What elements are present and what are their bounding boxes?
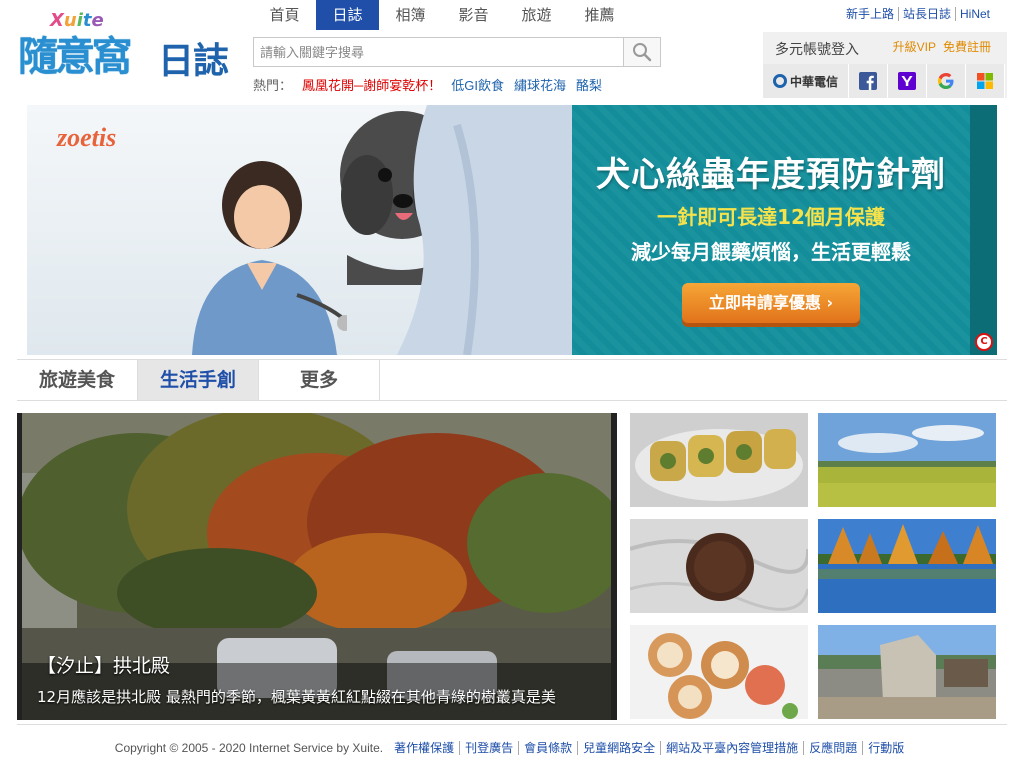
yahoo-icon (898, 72, 916, 90)
footer: Copyright © 2005 - 2020 Internet Service… (17, 724, 1007, 756)
thumbnail-photo (630, 413, 808, 507)
upgrade-vip-link[interactable]: 升級VIP (893, 38, 936, 55)
thumbnail-photo (630, 519, 808, 613)
logo-brand-b: 日誌 (158, 41, 229, 82)
thumbnail-item[interactable] (630, 625, 808, 719)
google-icon (938, 73, 954, 89)
thumbnail-item[interactable] (818, 625, 996, 719)
thumbnail-item[interactable] (818, 413, 996, 507)
page: Xuite 隨意窩 日誌 首頁 日誌 相簿 影音 旅遊 推薦 熱門： 鳳凰花開─… (0, 0, 1024, 768)
ad-strip (970, 105, 997, 355)
footer-link[interactable]: 著作權保護 (389, 741, 459, 755)
main-nav: 首頁 日誌 相簿 影音 旅遊 推薦 (253, 0, 631, 30)
facebook-icon (859, 72, 877, 90)
ad-line3: 減少每月餵藥煩惱，生活更輕鬆 (631, 240, 911, 264)
veterinarian-illustration (192, 161, 347, 355)
link-hinet[interactable]: HiNet (954, 7, 994, 21)
link-getting-started[interactable]: 新手上路 (842, 7, 898, 21)
category-tabs: 旅遊美食 生活手創 更多 (17, 359, 1007, 401)
login-title: 多元帳號登入 (775, 41, 859, 57)
tab-travel-food[interactable]: 旅遊美食 (17, 360, 138, 400)
cht-label: 中華電信 (789, 74, 838, 89)
featured-article[interactable]: 【汐止】拱北殿 12月應該是拱北殿 最熱門的季節，楓葉黃黃紅紅點綴在其他青綠的樹… (17, 413, 617, 720)
footer-link[interactable]: 刊登廣告 (459, 741, 519, 755)
thumbnail-item[interactable] (630, 519, 808, 613)
microsoft-icon (977, 73, 993, 89)
thumbnail-photo (630, 625, 808, 719)
login-yahoo-button[interactable] (888, 64, 927, 98)
search-input[interactable] (253, 37, 624, 67)
thumbnail-photo (818, 625, 996, 719)
login-providers: 中華電信 (763, 64, 1007, 98)
footer-link[interactable]: 網站及平臺內容管理措施 (660, 741, 804, 755)
zoetis-logo: zoetis (57, 123, 117, 152)
ad-banner[interactable]: zoetis 犬心絲蟲年度預防針劑 一針即可長達12個月保護 減少每月餵藥煩惱，… (27, 105, 997, 355)
featured-description: 12月應該是拱北殿 最熱門的季節，楓葉黃黃紅紅點綴在其他青綠的樹叢真是美 (37, 688, 556, 706)
adchoices-icon[interactable]: C (975, 333, 993, 351)
nav-tab-video[interactable]: 影音 (442, 0, 505, 30)
hot-keyword-link[interactable]: 低GI飲食 (451, 75, 504, 94)
login-facebook-button[interactable] (849, 64, 888, 98)
nav-tab-album[interactable]: 相簿 (379, 0, 442, 30)
thumbnail-photo (818, 519, 996, 613)
link-admin-blog[interactable]: 站長日誌 (897, 7, 955, 21)
ad-cta-button[interactable]: 立即申請享優惠 › (682, 283, 860, 323)
footer-link[interactable]: 兒童網路安全 (577, 741, 661, 755)
nav-tab-home[interactable]: 首頁 (253, 0, 316, 30)
featured-title: 【汐止】拱北殿 (37, 655, 171, 677)
nav-tab-recommend[interactable]: 推薦 (568, 0, 631, 30)
footer-link[interactable]: 會員條款 (518, 741, 578, 755)
ad-banner-image: zoetis (27, 105, 577, 355)
hot-keyword-link[interactable]: 繡球花海 (514, 75, 566, 94)
login-google-button[interactable] (927, 64, 966, 98)
blanket-illustration (397, 105, 577, 355)
register-link[interactable]: 免費註冊 (943, 38, 991, 55)
hot-keyword-link[interactable]: 鳳凰花開─謝師宴乾杯！ (302, 75, 441, 94)
ad-banner-copy: 犬心絲蟲年度預防針劑 一針即可長達12個月保護 減少每月餵藥煩惱，生活更輕鬆 立… (572, 105, 970, 355)
ad-subline: 一針即可長達12個月保護 (657, 205, 885, 229)
ad-headline: 犬心絲蟲年度預防針劑 (596, 155, 946, 195)
footer-link[interactable]: 反應問題 (803, 741, 863, 755)
hot-keywords: 熱門： 鳳凰花開─謝師宴乾杯！ 低GI飲食 繡球花海 酪梨 (253, 75, 602, 94)
search-button[interactable] (624, 37, 661, 67)
search-bar (253, 37, 661, 67)
tab-life-craft[interactable]: 生活手創 (138, 360, 259, 400)
nav-tab-blog[interactable]: 日誌 (316, 0, 379, 30)
top-links: 新手上路 站長日誌 HiNet (842, 7, 994, 21)
xuite-logo[interactable]: Xuite 隨意窩 日誌 (18, 10, 238, 82)
thumbnail-item[interactable] (630, 413, 808, 507)
nav-tab-travel[interactable]: 旅遊 (505, 0, 568, 30)
vip-links: 升級VIP 免費註冊 (893, 38, 991, 55)
footer-link[interactable]: 行動版 (862, 741, 910, 755)
copyright-text: Copyright © 2005 - 2020 Internet Service… (114, 741, 384, 755)
hot-label: 熱門： (253, 78, 293, 93)
search-icon (633, 43, 652, 62)
hot-keyword-link[interactable]: 酪梨 (576, 75, 602, 94)
login-cht-button[interactable]: 中華電信 (763, 64, 849, 98)
login-microsoft-button[interactable] (966, 64, 1005, 98)
thumbnail-photo (818, 413, 996, 507)
thumbnail-item[interactable] (818, 519, 996, 613)
tab-more[interactable]: 更多 (259, 360, 380, 400)
login-panel: 多元帳號登入 升級VIP 免費註冊 中華電信 (763, 32, 1007, 98)
logo-brand-a: 隨意窩 (18, 34, 132, 80)
cht-logo-icon (772, 74, 787, 88)
